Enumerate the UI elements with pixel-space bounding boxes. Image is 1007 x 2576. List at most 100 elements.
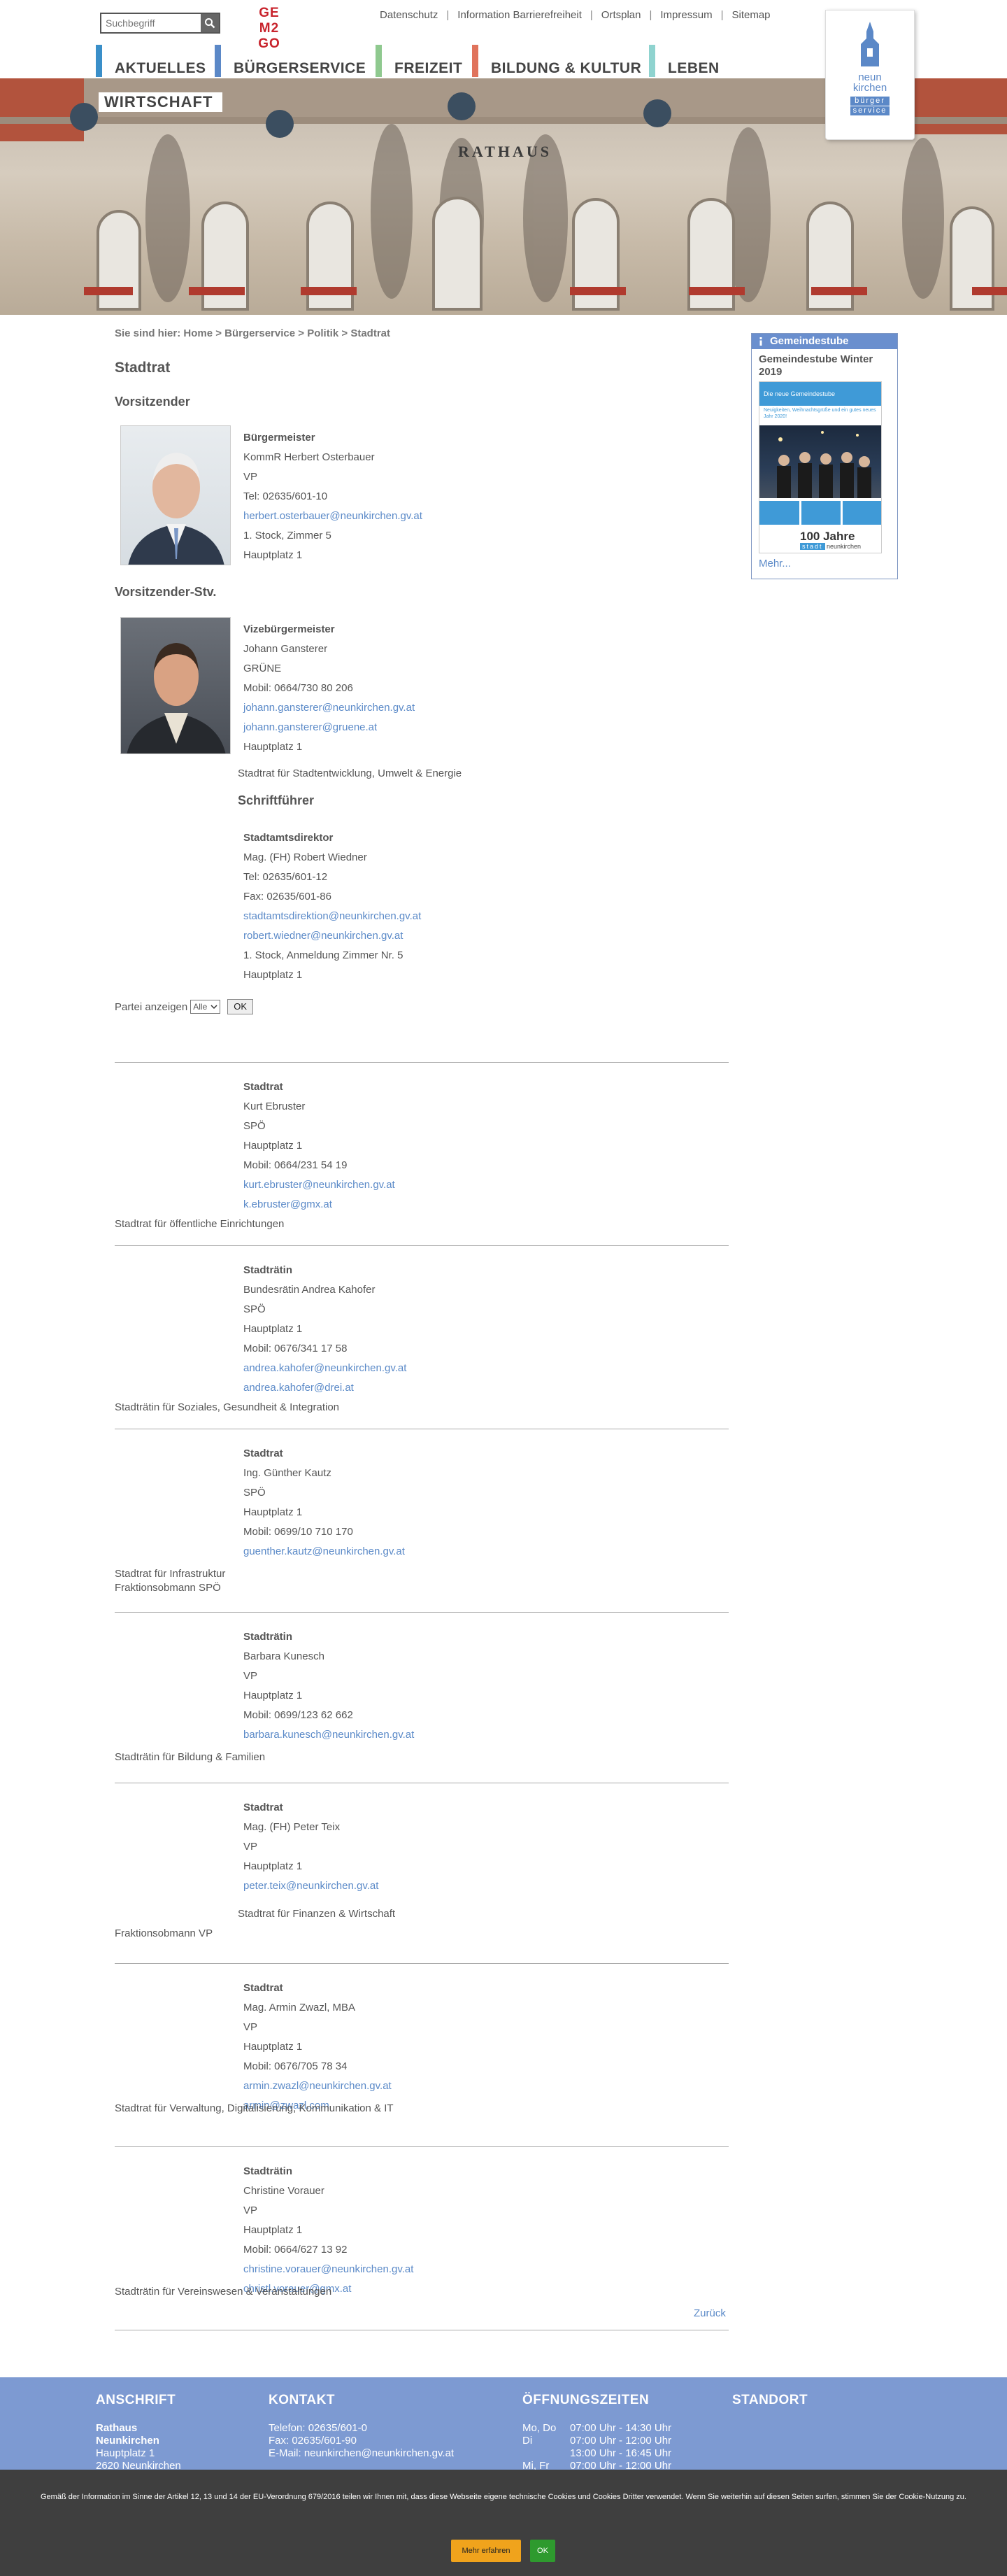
member-entry: Stadträtin Bundesrätin Andrea Kahofer SPÖ H… bbox=[243, 1261, 406, 1398]
divider bbox=[115, 1245, 729, 1246]
nav-wirtschaft[interactable]: WIRTSCHAFT bbox=[99, 92, 223, 112]
nav-aktuelles[interactable]: AKTUELLES bbox=[96, 45, 206, 77]
search-icon bbox=[205, 18, 215, 29]
nav-label: BÜRGERSERVICE bbox=[234, 60, 366, 76]
member-function: Stadtrat für Finanzen & Wirtschaft Frakti… bbox=[115, 1907, 395, 1941]
link-impressum[interactable]: Impressum bbox=[660, 9, 712, 21]
person-email[interactable]: armin.zwazl@neunkirchen.gv.at bbox=[243, 2080, 392, 2092]
divider bbox=[115, 2146, 729, 2147]
person-role: Stadtrat bbox=[243, 1982, 283, 1994]
member-function-line: Stadtrat für Verwaltung, Digitalisierung… bbox=[115, 2102, 394, 2114]
breadcrumb-politik[interactable]: Politik bbox=[307, 327, 338, 339]
person-email[interactable]: christine.vorauer@neunkirchen.gv.at bbox=[243, 2263, 413, 2275]
neunkirchen-logo[interactable]: neun kirchen bürger service bbox=[825, 10, 915, 140]
sidebar-title[interactable]: Gemeindestube Winter 2019 bbox=[752, 349, 897, 378]
person-email[interactable]: barbara.kunesch@neunkirchen.gv.at bbox=[243, 1729, 414, 1741]
footer-fax: Fax: 02635/601-90 bbox=[269, 2435, 357, 2447]
search-box bbox=[100, 13, 220, 34]
photo-buergermeister bbox=[120, 425, 231, 565]
person-role: Stadträtin bbox=[243, 1264, 293, 1276]
cookie-more-button[interactable]: Mehr erfahren bbox=[451, 2540, 521, 2562]
logo-text-neun: neun bbox=[858, 71, 882, 83]
nav-freizeit[interactable]: FREIZEIT bbox=[376, 45, 462, 77]
breadcrumb-buergerservice[interactable]: Bürgerservice bbox=[224, 327, 295, 339]
person-detail: Hauptplatz 1 bbox=[243, 1506, 303, 1518]
breadcrumb-home[interactable]: Home bbox=[183, 327, 213, 339]
divider bbox=[115, 1612, 729, 1613]
link-barrierefreiheit[interactable]: Information Barrierefreiheit bbox=[457, 9, 582, 21]
footer-kontakt-title: KONTAKT bbox=[269, 2393, 335, 2407]
person-detail: Hauptplatz 1 bbox=[243, 1140, 303, 1152]
person-detail: VP bbox=[243, 1841, 258, 1853]
cookie-ok-button[interactable]: OK bbox=[530, 2540, 555, 2562]
member-function-line: Stadträtin für Soziales, Gesundheit & In… bbox=[115, 1401, 340, 1413]
chevron-down-icon bbox=[210, 1005, 217, 1010]
person-detail: Mobil: 0664/231 54 19 bbox=[243, 1159, 348, 1171]
cover-stadt: stadt bbox=[800, 543, 825, 550]
gemeindestube-cover[interactable]: Die neue Gemeindestube Neuigkeiten, Weih… bbox=[759, 381, 882, 553]
separator: | bbox=[649, 9, 652, 21]
person-email[interactable]: andrea.kahofer@drei.at bbox=[243, 1382, 354, 1394]
footer-oeffnungszeiten: ÖFFNUNGSZEITEN Mo, Do 07:00 Uhr - 14:30 U… bbox=[522, 2393, 671, 2472]
person-email[interactable]: johann.gansterer@neunkirchen.gv.at bbox=[243, 702, 415, 714]
footer-anschrift: ANSCHRIFT Rathaus Neunkirchen Hauptplatz… bbox=[96, 2393, 181, 2472]
person-email[interactable]: robert.wiedner@neunkirchen.gv.at bbox=[243, 930, 403, 942]
logo-text-service: service bbox=[850, 106, 890, 115]
person-phone: Tel: 02635/601-12 bbox=[243, 871, 328, 883]
person-email[interactable]: herbert.osterbauer@neunkirchen.gv.at bbox=[243, 510, 422, 522]
nav-leben[interactable]: LEBEN bbox=[649, 45, 720, 77]
footer-email[interactable]: E-Mail: neunkirchen@neunkirchen.gv.at bbox=[269, 2447, 454, 2460]
person-email[interactable]: stadtamtsdirektion@neunkirchen.gv.at bbox=[243, 910, 421, 922]
cookie-text: Gemäß der Information im Sinne der Artik… bbox=[41, 2493, 966, 2501]
footer-anschrift-line: Neunkirchen bbox=[96, 2435, 159, 2447]
separator: | bbox=[446, 9, 450, 21]
nav-buergerservice[interactable]: BÜRGERSERVICE bbox=[215, 45, 366, 77]
footer-standort: STANDORT bbox=[732, 2393, 808, 2422]
link-datenschutz[interactable]: Datenschutz bbox=[380, 9, 438, 21]
person-address: Hauptplatz 1 bbox=[243, 549, 303, 561]
rathaus-sign: RATHAUS bbox=[458, 143, 552, 160]
person-function: Stadtrat für Stadtentwicklung, Umwelt & … bbox=[238, 767, 462, 779]
footer-oeffnung-row: Di 07:00 Uhr - 12:00 Uhr bbox=[522, 2435, 672, 2447]
person-detail: Barbara Kunesch bbox=[243, 1650, 324, 1662]
person-stadtamtsdirektor: Stadtamtsdirektor Mag. (FH) Robert Wiedn… bbox=[243, 828, 421, 985]
select-value: Alle bbox=[193, 1002, 208, 1012]
person-role: Stadträtin bbox=[243, 2165, 293, 2177]
sidebar-more-link[interactable]: Mehr... bbox=[752, 553, 897, 574]
filter-ok-button[interactable]: OK bbox=[227, 999, 254, 1014]
person-detail: VP bbox=[243, 1670, 258, 1682]
person-detail: Hauptplatz 1 bbox=[243, 1860, 303, 1872]
person-party: VP bbox=[243, 471, 258, 483]
person-detail: SPÖ bbox=[243, 1487, 266, 1499]
person-email[interactable]: andrea.kahofer@neunkirchen.gv.at bbox=[243, 1362, 406, 1374]
portrait-image bbox=[127, 643, 226, 753]
photo-vizebuergermeister bbox=[120, 617, 231, 754]
person-email[interactable]: kurt.ebruster@neunkirchen.gv.at bbox=[243, 1179, 395, 1191]
nav-bildung-kultur[interactable]: BILDUNG & KULTUR bbox=[472, 45, 641, 77]
person-detail: SPÖ bbox=[243, 1120, 266, 1132]
search-input[interactable] bbox=[101, 14, 201, 32]
person-role: Stadtrat bbox=[243, 1081, 283, 1093]
person-email[interactable]: johann.gansterer@gruene.at bbox=[243, 721, 377, 733]
link-ortsplan[interactable]: Ortsplan bbox=[601, 9, 641, 21]
person-role: Stadtrat bbox=[243, 1802, 283, 1813]
person-email[interactable]: peter.teix@neunkirchen.gv.at bbox=[243, 1880, 378, 1892]
member-function-line: Fraktionsobmann SPÖ bbox=[115, 1582, 221, 1594]
breadcrumb-stadtrat[interactable]: Stadtrat bbox=[350, 327, 390, 339]
search-button[interactable] bbox=[201, 14, 219, 32]
back-link[interactable]: Zurück bbox=[694, 2307, 726, 2319]
member-function: Stadträtin für Vereinswesen & Veranstalt… bbox=[115, 2285, 331, 2299]
cover-town: neunkirchen bbox=[827, 543, 862, 550]
person-detail: Mobil: 0676/705 78 34 bbox=[243, 2060, 348, 2072]
person-email[interactable]: k.ebruster@gmx.at bbox=[243, 1198, 332, 1210]
person-detail: VP bbox=[243, 2205, 258, 2216]
person-room: 1. Stock, Zimmer 5 bbox=[243, 530, 331, 542]
link-sitemap[interactable]: Sitemap bbox=[731, 9, 770, 21]
member-entry: Stadtrat Ing. Günther Kautz SPÖ Hauptplatz … bbox=[243, 1444, 405, 1562]
person-role: Stadtrat bbox=[243, 1448, 283, 1459]
member-entry: Stadtrat Mag. Armin Zwazl, MBA VP Hauptplat… bbox=[243, 1979, 392, 2116]
party-select[interactable]: Alle bbox=[190, 1000, 221, 1014]
person-email[interactable]: guenther.kautz@neunkirchen.gv.at bbox=[243, 1545, 405, 1557]
sidebar-header: Gemeindestube bbox=[752, 334, 897, 349]
person-detail: Bundesrätin Andrea Kahofer bbox=[243, 1284, 376, 1296]
